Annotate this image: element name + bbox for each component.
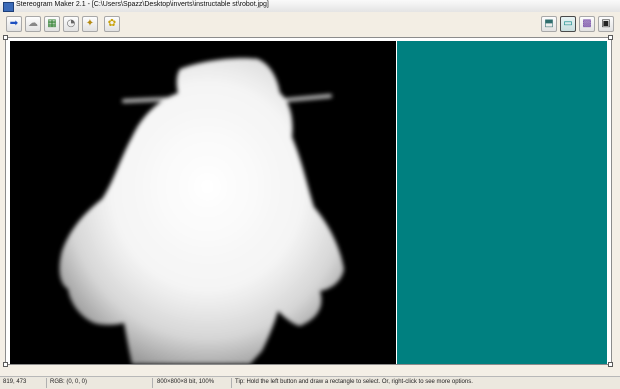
image-info: 800×800×8 bit, 100% [157,379,215,385]
tip-text: Tip: Hold the left button and draw a rec… [235,379,473,385]
pixel-color: RGB: (0, 0, 0) [50,379,88,385]
texture-icon: ◔ [66,18,76,29]
app-icon [3,2,14,12]
window-title: Stereogram Maker 2.1 - [C:\Users\Spazz\D… [16,1,269,8]
resize-handle-top-left[interactable] [3,35,8,40]
depth-map-canvas[interactable] [10,41,396,364]
generate-icon: ▦ [47,18,57,29]
status-divider [152,378,153,388]
cursor-coordinates: 819, 473 [3,379,27,385]
toolbar: ➡ ☁ ▦ ◔ ✦ ✿ ⬒ ▭ ▩ ▣ [0,12,620,38]
status-divider [231,378,232,388]
generate-button[interactable]: ▦ [44,16,60,32]
status-divider [46,378,47,388]
view-icon: ▭ [563,18,573,29]
film-button[interactable]: ▣ [598,16,614,32]
resize-handle-top-right[interactable] [608,35,613,40]
palette-button[interactable]: ▩ [579,16,595,32]
open-icon: ➡ [9,18,19,29]
open-button[interactable]: ➡ [6,16,22,32]
palette-icon: ▩ [582,18,592,29]
view-button[interactable]: ▭ [560,16,576,32]
layer-icon: ⬒ [544,18,554,29]
resize-handle-bottom-right[interactable] [608,362,613,367]
status-bar: 819, 473 RGB: (0, 0, 0) 800×800×8 bit, 1… [0,376,620,389]
wizard-button[interactable]: ✦ [82,16,98,32]
layer-button[interactable]: ⬒ [541,16,557,32]
pattern-preview-panel[interactable] [397,41,607,364]
wizard-icon: ✦ [85,18,95,29]
texture-button[interactable]: ◔ [63,16,79,32]
robot-depth-silhouette [59,58,344,364]
depth-map-button[interactable]: ☁ [25,16,41,32]
animate-icon: ✿ [107,18,117,29]
resize-handle-bottom-left[interactable] [3,362,8,367]
animate-button[interactable]: ✿ [104,16,120,32]
depth-map-icon: ☁ [28,18,38,29]
film-icon: ▣ [601,18,611,29]
